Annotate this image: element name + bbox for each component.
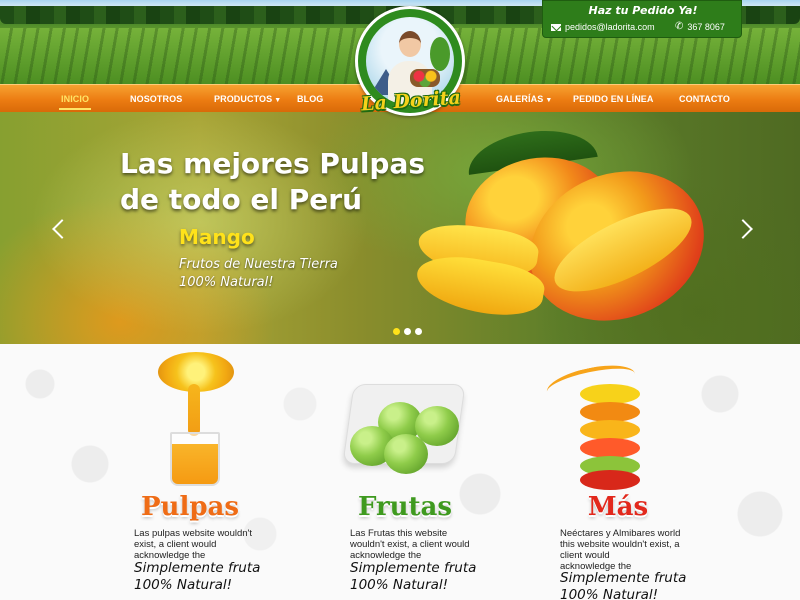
hero-description: Frutos de Nuestra Tierra 100% Natural! — [179, 256, 338, 292]
nav-item-nosotros[interactable]: NOSOTROS — [130, 85, 182, 113]
feature-tagline: Simplemente fruta 100% Natural! — [134, 560, 260, 594]
feature-title[interactable]: Más — [518, 492, 718, 522]
feature-text-line: this website wouldn't exist, a — [560, 539, 680, 550]
feature-text-line: client would — [560, 550, 610, 561]
nav-item-contacto[interactable]: CONTACTO — [679, 85, 730, 113]
chevron-right-icon[interactable] — [733, 219, 753, 239]
hero-title: Las mejores Pulpas de todo el Perú — [120, 146, 440, 218]
order-title: Haz tu Pedido Ya! — [588, 4, 698, 17]
woman-face-icon — [399, 31, 421, 57]
nav-item-productos[interactable]: PRODUCTOS ▼ — [214, 85, 281, 113]
nav-label: CONTACTO — [679, 94, 730, 104]
email-text[interactable]: pedidos@ladorita.com — [565, 22, 655, 32]
feature-text-line: wouldn't exist, a client would — [350, 539, 470, 550]
feature-pulpas[interactable]: Pulpas Las pulpas website wouldn't exist… — [90, 344, 290, 600]
slider-dot-2[interactable] — [404, 328, 411, 335]
chevron-left-icon[interactable] — [52, 219, 72, 239]
feature-text-line: Neéctares y Almibares world — [560, 528, 681, 539]
phone-icon: ✆ — [675, 21, 684, 32]
slider-dots — [393, 328, 422, 335]
nav-item-pedido[interactable]: PEDIDO EN LÍNEA — [573, 85, 654, 113]
slider-dot-1[interactable] — [393, 328, 400, 335]
nav-label: PRODUCTOS — [214, 94, 273, 104]
nav-item-galerias[interactable]: GALERÍAS ▼ — [496, 85, 552, 113]
fruit-basket-icon — [410, 69, 440, 87]
order-email[interactable]: pedidos@ladorita.com — [551, 22, 655, 32]
nav-label: NOSOTROS — [130, 94, 183, 104]
phone-text[interactable]: 367 8067 — [687, 22, 725, 32]
feature-text: Las Frutas this website wouldn't exist, … — [350, 528, 470, 561]
feature-mas[interactable]: Más Neéctares y Almibares world this web… — [518, 344, 718, 600]
nav-label: PEDIDO EN LÍNEA — [573, 94, 654, 104]
hero-desc-line: Frutos de Nuestra Tierra — [179, 257, 338, 272]
feature-text-line: exist, a client would — [134, 539, 217, 550]
feature-text: Neéctares y Almibares world this website… — [560, 528, 680, 572]
feature-tag-line: 100% Natural! — [134, 577, 233, 593]
feature-tag-line: Simplemente fruta — [560, 570, 687, 586]
feature-tag-line: Simplemente fruta — [134, 560, 261, 576]
caret-down-icon: ▼ — [274, 97, 282, 104]
feature-tag-line: 100% Natural! — [350, 577, 449, 593]
brand-logo[interactable]: La Dorita — [355, 6, 465, 120]
feature-title[interactable]: Frutas — [305, 492, 505, 522]
hero-title-line: Las mejores Pulpas — [120, 147, 426, 180]
order-box: Haz tu Pedido Ya! pedidos@ladorita.com ✆… — [542, 0, 742, 38]
feature-tagline: Simplemente fruta 100% Natural! — [350, 560, 476, 594]
feature-tag-line: Simplemente fruta — [350, 560, 477, 576]
nav-label: GALERÍAS — [496, 94, 544, 104]
mail-icon — [551, 23, 561, 31]
feature-title[interactable]: Pulpas — [90, 492, 290, 522]
feature-text-line: Las Frutas this website — [350, 528, 448, 539]
nav-item-inicio[interactable]: INICIO — [58, 85, 92, 113]
nav-item-blog[interactable]: BLOG — [297, 85, 323, 113]
features-section: Pulpas Las pulpas website wouldn't exist… — [0, 344, 800, 600]
feature-frutas[interactable]: Frutas Las Frutas this website wouldn't … — [305, 344, 505, 600]
caret-down-icon: ▼ — [545, 97, 553, 104]
hero-desc-line: 100% Natural! — [179, 275, 274, 290]
hero-subtitle: Mango — [179, 225, 255, 249]
hero-slider: Las mejores Pulpas de todo el Perú Mango… — [0, 112, 800, 344]
feature-text: Las pulpas website wouldn't exist, a cli… — [134, 528, 252, 561]
order-phone[interactable]: ✆ 367 8067 — [675, 21, 725, 33]
slider-dot-3[interactable] — [415, 328, 422, 335]
feature-tag-line: 100% Natural! — [560, 587, 659, 600]
nav-label: BLOG — [297, 94, 324, 104]
nav-label: INICIO — [61, 94, 90, 104]
tree-icon — [430, 37, 450, 71]
feature-text-line: Las pulpas website wouldn't — [134, 528, 252, 539]
feature-tagline: Simplemente fruta 100% Natural! — [560, 570, 686, 600]
hero-title-line: de todo el Perú — [120, 183, 363, 216]
